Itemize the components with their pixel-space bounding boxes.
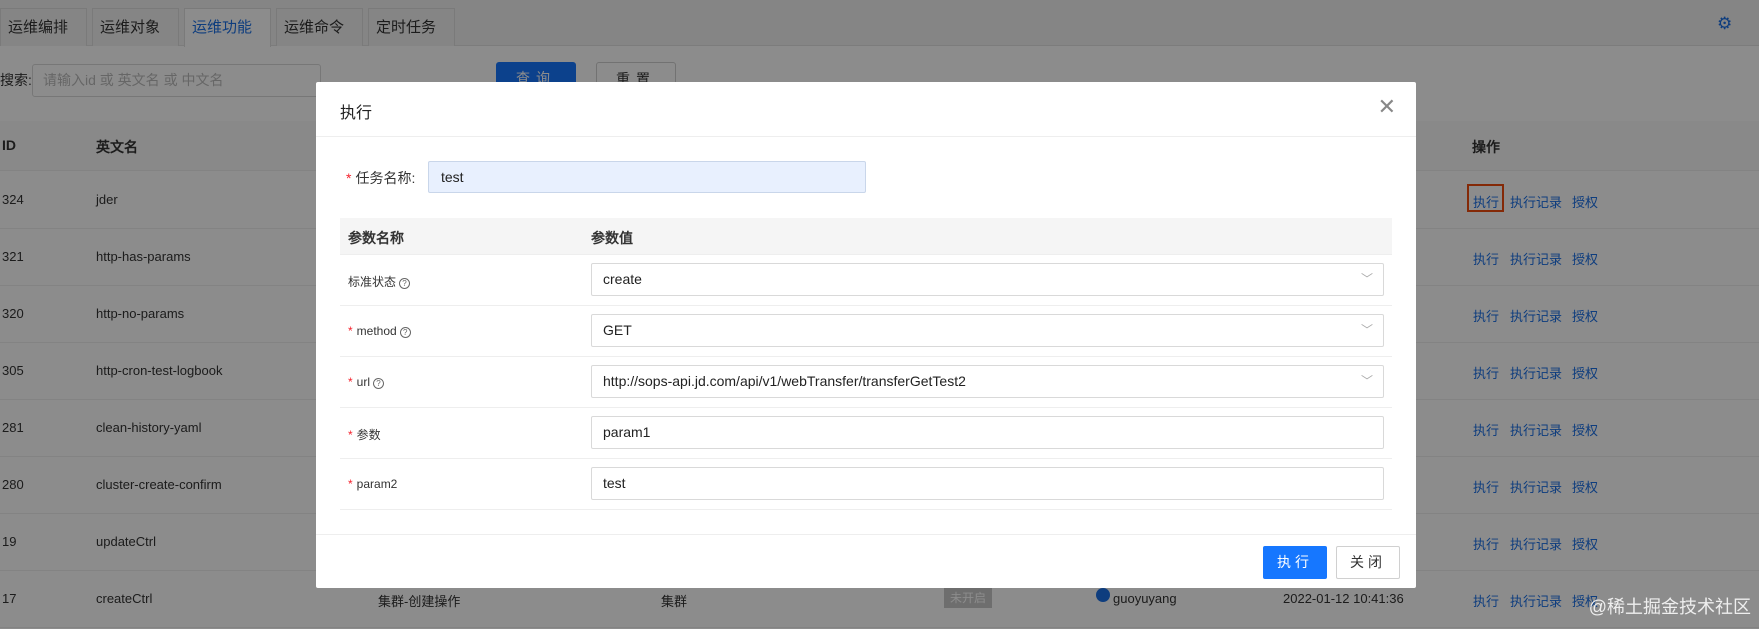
close-button[interactable]: 关闭 (1336, 546, 1400, 579)
param-input-param2[interactable]: test (591, 467, 1384, 500)
param-row: * method? GET ﹀ (340, 306, 1392, 357)
task-name-input[interactable]: test (428, 161, 866, 193)
required-marker: * (348, 324, 353, 338)
task-name-label-text: 任务名称: (355, 170, 416, 186)
param-label: * url? (348, 375, 385, 389)
dialog-footer: 执行 关闭 (316, 534, 1416, 588)
chevron-down-icon: ﹀ (1360, 323, 1373, 337)
param-label: * 参数 (348, 426, 381, 443)
chevron-down-icon: ﹀ (1360, 272, 1373, 286)
param-label: * method? (348, 324, 411, 338)
task-name-label: * 任务名称: (346, 168, 415, 188)
param-select-method[interactable]: GET ﹀ (591, 314, 1384, 347)
dialog-header: 执行 ✕ (316, 82, 1416, 137)
param-label: 标准状态? (348, 273, 411, 290)
param-select-standard-status[interactable]: create ﹀ (591, 263, 1384, 296)
params-table: 参数名称 参数值 标准状态? create ﹀ * method? GET ﹀ * ur… (340, 218, 1392, 510)
help-icon[interactable]: ? (399, 278, 411, 289)
param-row: * 参数 param1 (340, 408, 1392, 459)
param-row: * url? http://sops-api.jd.com/api/v1/webT… (340, 357, 1392, 408)
param-value-header: 参数值 (591, 230, 633, 246)
param-value: http://sops-api.jd.com/api/v1/webTransfe… (603, 373, 966, 389)
required-marker: * (348, 428, 353, 442)
required-marker: * (346, 170, 352, 186)
param-value: GET (603, 322, 632, 338)
dialog-title: 执行 (340, 105, 373, 122)
param-label-text: url (356, 375, 371, 389)
param-label-text: 参数 (356, 428, 381, 442)
param-name-header: 参数名称 (348, 230, 404, 246)
params-table-header: 参数名称 参数值 (340, 218, 1392, 255)
chevron-down-icon: ﹀ (1360, 374, 1373, 388)
param-input-param1[interactable]: param1 (591, 416, 1384, 449)
execute-button[interactable]: 执行 (1263, 546, 1327, 579)
param-label-text: param2 (356, 477, 398, 491)
param-label-text: method (356, 324, 397, 338)
watermark: @稀土掘金技术社区 (1588, 597, 1751, 617)
param-value: create (603, 271, 642, 287)
help-icon[interactable]: ? (399, 327, 411, 338)
param-label-text: 标准状态 (348, 275, 397, 289)
param-select-url[interactable]: http://sops-api.jd.com/api/v1/webTransfe… (591, 365, 1384, 398)
param-row: 标准状态? create ﹀ (340, 255, 1392, 306)
close-icon[interactable]: ✕ (1378, 96, 1396, 118)
execute-dialog: 执行 ✕ * 任务名称: test 参数名称 参数值 标准状态? create ﹀ … (316, 82, 1416, 588)
required-marker: * (348, 375, 353, 389)
required-marker: * (348, 477, 353, 491)
param-label: * param2 (348, 477, 397, 491)
param-row: * param2 test (340, 459, 1392, 510)
help-icon[interactable]: ? (373, 378, 385, 389)
